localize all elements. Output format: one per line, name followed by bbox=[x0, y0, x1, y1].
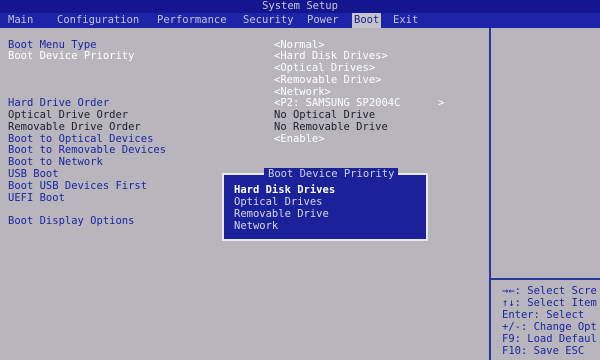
help-change-option: +/-: Change Opt bbox=[502, 321, 597, 333]
popup-option-hard-disk-drives[interactable]: Hard Disk Drives bbox=[234, 184, 335, 196]
help-enter-select: Enter: Select bbox=[502, 309, 585, 321]
title-bar: System Setup bbox=[0, 0, 600, 13]
boot-display-options-label[interactable]: Boot Display Options bbox=[8, 215, 134, 227]
boot-to-network-label[interactable]: Boot to Network bbox=[8, 156, 103, 168]
help-save-exit: F10: Save ESC bbox=[502, 345, 585, 357]
uefi-boot-label[interactable]: UEFI Boot bbox=[8, 192, 65, 204]
submenu-arrow-icon: > bbox=[438, 97, 445, 109]
removable-drive-order-value: No Removable Drive bbox=[274, 121, 388, 133]
boot-device-priority-popup: Boot Device Priority Hard Disk Drives Op… bbox=[222, 168, 428, 241]
menu-tab-main[interactable]: Main bbox=[6, 13, 35, 28]
menu-tab-performance[interactable]: Performance bbox=[155, 13, 229, 28]
boot-to-removable-label[interactable]: Boot to Removable Devices bbox=[8, 144, 166, 156]
help-load-defaults: F9: Load Defaul bbox=[502, 333, 597, 345]
popup-option-removable-drive[interactable]: Removable Drive bbox=[234, 208, 329, 220]
hard-drive-order-label[interactable]: Hard Drive Order bbox=[8, 97, 109, 109]
bios-screen: System Setup Main Configuration Performa… bbox=[0, 0, 600, 360]
popup-title: Boot Device Priority bbox=[264, 168, 399, 180]
menu-tab-power[interactable]: Power bbox=[305, 13, 341, 28]
menu-tab-exit[interactable]: Exit bbox=[391, 13, 420, 28]
hard-drive-order-value[interactable]: <P2: SAMSUNG SP2004C bbox=[274, 97, 400, 109]
optical-drive-order-value: No Optical Drive bbox=[274, 109, 376, 121]
popup-option-network[interactable]: Network bbox=[234, 220, 278, 232]
menu-bar: Main Configuration Performance Security … bbox=[0, 13, 600, 28]
help-select-item: ↑↓: Select Item bbox=[502, 297, 597, 309]
usb-boot-label[interactable]: USB Boot bbox=[8, 168, 59, 180]
boot-device-priority-value-3[interactable]: <Removable Drive> bbox=[274, 74, 381, 86]
optical-drive-order-label: Optical Drive Order bbox=[8, 109, 129, 121]
settings-panel: Boot Menu Type <Normal> Boot Device Prio… bbox=[0, 28, 488, 360]
menu-tab-security[interactable]: Security bbox=[241, 13, 296, 28]
boot-device-priority-label[interactable]: Boot Device Priority bbox=[8, 50, 134, 62]
boot-device-priority-value-2[interactable]: <Optical Drives> bbox=[274, 62, 375, 74]
boot-device-priority-value-1[interactable]: <Hard Disk Drives> bbox=[274, 50, 388, 62]
boot-to-optical-value[interactable]: <Enable> bbox=[274, 133, 325, 145]
menu-tab-configuration[interactable]: Configuration bbox=[55, 13, 141, 28]
help-panel: →←: Select Scre ↑↓: Select Item Enter: S… bbox=[489, 28, 600, 360]
help-divider bbox=[491, 278, 600, 280]
help-select-screen: →←: Select Scre bbox=[502, 285, 597, 297]
menu-tab-boot[interactable]: Boot bbox=[352, 13, 382, 28]
boot-usb-first-label[interactable]: Boot USB Devices First bbox=[8, 180, 147, 192]
popup-option-optical-drives[interactable]: Optical Drives bbox=[234, 196, 323, 208]
removable-drive-order-label: Removable Drive Order bbox=[8, 121, 141, 133]
